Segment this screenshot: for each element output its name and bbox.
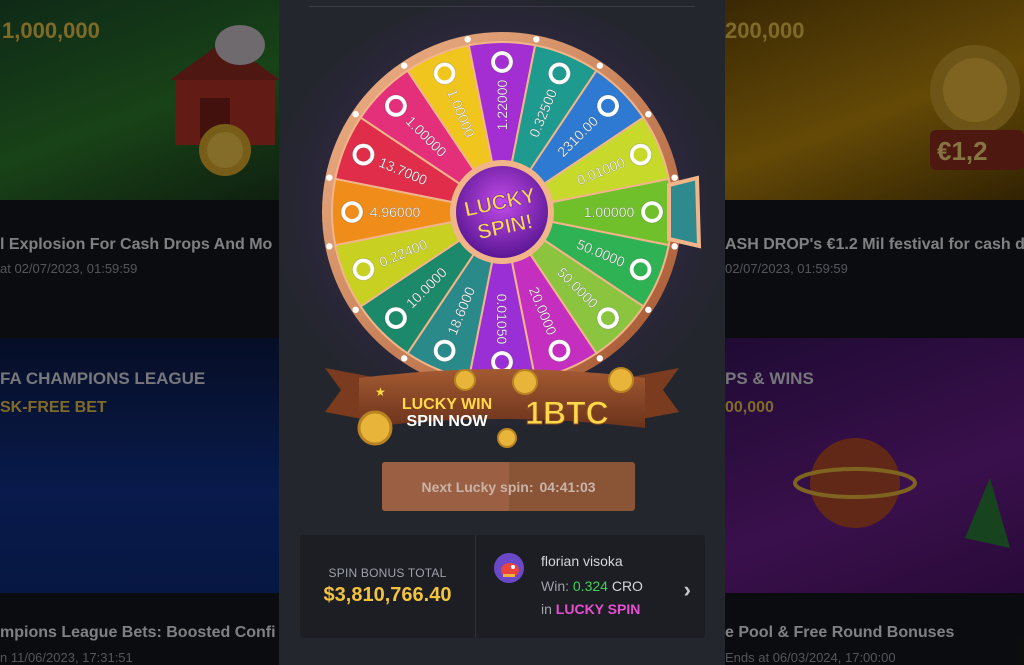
lucky-spin-wheel[interactable]: 1.0000050.000050.000020.00000.0105018.60… (262, 0, 742, 460)
segment-value: 1.00000 (584, 204, 635, 220)
tron-icon-mark (495, 55, 509, 69)
win-prefix: Win: (541, 578, 569, 594)
banner-prize: 1BTC (525, 395, 609, 431)
winner-win-line: Win: 0.324 CRO (541, 578, 643, 594)
gold-coin-icon (497, 428, 517, 448)
rim-light (671, 174, 678, 181)
spin-bonus-total: SPIN BONUS TOTAL $3,810,766.40 (300, 535, 476, 638)
shiba-icon-mark (601, 98, 616, 113)
winner-game-line: in LUCKY SPIN (541, 601, 640, 617)
polygon-icon-mark (388, 98, 403, 113)
polygon-icon-mark (633, 147, 648, 162)
win-currency: CRO (611, 578, 643, 594)
gold-coin-icon (357, 410, 393, 446)
rim-light (326, 243, 333, 250)
lucky-win-banner[interactable]: LUCKY WIN SPIN NOW 1BTC ★ (325, 367, 679, 448)
in-prefix: in (541, 601, 552, 617)
rim-light (464, 36, 471, 43)
rim-light (645, 306, 652, 313)
rim-light (401, 355, 408, 362)
segment-value: 0.01050 (494, 294, 510, 345)
dino-avatar-icon (501, 563, 519, 577)
gold-coin-icon (512, 369, 538, 395)
wheel-area: 1.00000 50.0000 50.0000 20.0000 0.01050 18.60… (262, 0, 742, 460)
bitcoin-icon-mark (645, 205, 659, 219)
chevron-right-icon[interactable]: › (684, 577, 691, 603)
rim-light (596, 62, 603, 69)
polygon-icon-mark (388, 311, 403, 326)
ethereum-icon-mark (495, 355, 509, 369)
polygon-icon-mark (356, 147, 371, 162)
next-spin-timer: 04:41:03 (539, 478, 596, 495)
spin-bonus-value: $3,810,766.40 (323, 584, 452, 606)
usdc-icon-mark (633, 262, 648, 277)
winner-name: florian visoka (541, 553, 623, 569)
gold-coin-icon (608, 367, 634, 393)
polygon-icon-mark (601, 311, 616, 326)
spin-stats-panel: SPIN BONUS TOTAL $3,810,766.40 florian v… (300, 535, 705, 638)
banner-line2: SPIN NOW (407, 413, 489, 430)
wheel-pointer (667, 175, 702, 249)
rim-light (352, 111, 359, 118)
banner-line1: LUCKY WIN (402, 396, 492, 413)
win-amount: 0.324 (572, 578, 608, 594)
segment-value: 4.96000 (370, 204, 421, 220)
next-spin-label: Next Lucky spin: (421, 478, 534, 495)
polygon-icon-mark (437, 66, 452, 81)
rim-light (671, 243, 678, 250)
spin-bonus-label: SPIN BONUS TOTAL (328, 566, 447, 580)
last-winner[interactable]: florian visoka Win: 0.324 CRO in LUCKY S… (476, 535, 705, 638)
cronos-icon-mark (552, 66, 567, 81)
gold-coin-icon (454, 369, 476, 391)
rim-light (645, 111, 652, 118)
rim-light (326, 174, 333, 181)
tether-icon-mark (552, 343, 567, 358)
lockx-icon-mark (345, 205, 359, 219)
segment-value: 1.22000 (494, 79, 510, 130)
solana-icon-mark (356, 262, 371, 277)
winner-game: LUCKY SPIN (555, 601, 641, 617)
rim-light (401, 62, 408, 69)
xrp-icon-mark (437, 343, 452, 358)
rim-light (596, 355, 603, 362)
rim-light (533, 36, 540, 43)
lucky-spin-modal: 1.00000 50.0000 50.0000 20.0000 0.01050 18.60… (262, 0, 742, 665)
rim-light (352, 306, 359, 313)
next-lucky-spin-button[interactable]: Next Lucky spin: 04:41:03 (382, 462, 635, 511)
winner-avatar (494, 553, 524, 583)
sparkle-icon: ★ (375, 385, 386, 399)
